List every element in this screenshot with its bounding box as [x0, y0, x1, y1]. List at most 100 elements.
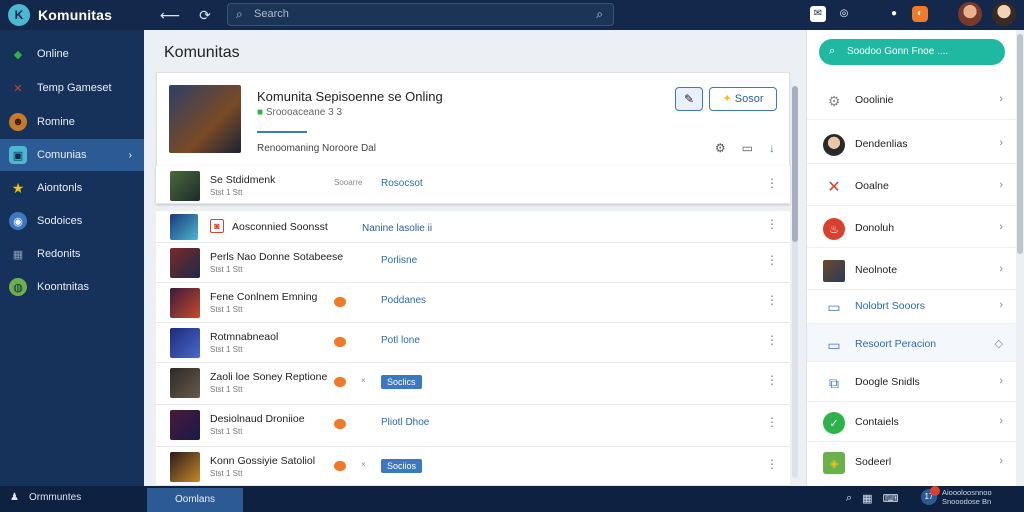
sidebar-item-services[interactable]: ◉ Sodoices — [0, 205, 144, 237]
more-options-icon[interactable]: ⋮ — [766, 217, 778, 231]
keyboard-icon[interactable]: ⌨ — [883, 492, 899, 505]
sidebar-item-redonits[interactable]: ▦ Redonits — [0, 238, 144, 270]
row-tag[interactable]: Poddanes — [381, 295, 426, 306]
row-tag[interactable]: Nanine lasolie ii — [362, 223, 432, 234]
search-icon[interactable]: ⌕ — [846, 492, 852, 505]
tag-icon[interactable]: ◇ — [995, 337, 1003, 350]
fire-icon: ♨ — [823, 218, 845, 240]
more-options-icon[interactable]: ⋮ — [766, 293, 778, 307]
right-item-resoort-peracion[interactable]: ▭ Resoort Peracion ◇ — [807, 324, 1017, 362]
status-icon: ■ — [257, 107, 266, 118]
close-small-icon[interactable]: × — [361, 460, 366, 469]
back-icon[interactable]: ⟵ — [160, 6, 180, 24]
earth-icon: ◍ — [9, 278, 27, 296]
wrench-button[interactable]: ✎ — [675, 87, 703, 111]
steam-icon[interactable]: ● — [886, 6, 902, 22]
orange-badge-icon — [334, 337, 346, 347]
chat-icon[interactable]: ✉ — [810, 6, 826, 22]
key-icon: ✦ — [722, 93, 735, 105]
right-item-nolobrt-sooors[interactable]: ▭ Nolobrt Sooors › — [807, 286, 1017, 324]
orange-badge-icon — [334, 297, 346, 307]
sidebar-item-koontnitas[interactable]: ◍ Koontnitas — [0, 271, 144, 303]
row-tag[interactable]: Pliotl Dhoe — [381, 417, 429, 428]
chevron-right-icon: › — [999, 179, 1003, 191]
sidebar: ◆ Online ✕ Temp Gameset ☻ Romine ▣ Comun… — [0, 30, 144, 486]
bottom-tab[interactable]: Oomlans — [147, 488, 243, 512]
right-item-online[interactable]: ⚙ Ooolinie › — [807, 80, 1017, 120]
main-scrollbar[interactable] — [792, 86, 798, 478]
right-item-ooalne[interactable]: ✕ Ooalne › — [807, 166, 1017, 206]
sidebar-item-online[interactable]: ◆ Online — [0, 38, 144, 70]
avatar-small[interactable] — [958, 2, 982, 26]
sidebar-item-romine[interactable]: ☻ Romine — [0, 106, 144, 138]
right-item-donoluh[interactable]: ♨ Donoluh › — [807, 208, 1017, 248]
row-title: Konn Gossiyie Satoliol — [210, 455, 316, 467]
search-submit-icon[interactable]: ⌕ — [596, 7, 603, 22]
list-item[interactable]: Desiolnaud Droniioe Stst 1 Stt Pliotl Dh… — [156, 405, 790, 447]
list-item[interactable]: Konn Gossiyie Satoliol Stst 1 Stt × Soci… — [156, 447, 790, 486]
orange-icon[interactable]: ◐ — [912, 6, 928, 22]
sidebar-item-communities[interactable]: ▣ Comunias › — [0, 139, 144, 171]
sidebar-item-gameset[interactable]: ✕ Temp Gameset — [0, 72, 144, 104]
list-item[interactable]: Zaoli loe Soney Reptione Stst 1 Stt × So… — [156, 363, 790, 405]
scroll-thumb[interactable] — [1017, 34, 1023, 254]
row-thumbnail — [170, 248, 200, 278]
right-item-label: Ooolinie — [855, 94, 894, 106]
list-item[interactable]: Fene Conlnem Emning Stst 1 Stt Poddanes … — [156, 283, 790, 323]
orange-badge-icon — [334, 461, 346, 471]
refresh-icon[interactable]: ⟳ — [196, 6, 214, 24]
sidebar-item-achievements[interactable]: ★ Aiontonls — [0, 172, 144, 204]
row-tag[interactable]: Rosocsot — [381, 178, 423, 189]
list-item[interactable]: Perls Nao Donne Sotabeese Stst 1 Stt Por… — [156, 243, 790, 283]
orange-badge-icon — [334, 377, 346, 387]
right-item-neolnote[interactable]: Neolnote › — [807, 250, 1017, 290]
row-tag[interactable]: Porlisne — [381, 255, 417, 266]
bottom-left[interactable]: ♟ Ormmuntes — [10, 492, 81, 503]
list-item[interactable]: ◙ Aosconnied Soonsst Nanine lasolie ii ⋮ — [156, 211, 790, 243]
list-item[interactable]: Se Stdidmenk Stst 1 Stt Sooarre Rosocsot… — [156, 166, 790, 204]
chevron-right-icon: › — [999, 415, 1003, 427]
more-options-icon[interactable]: ⋮ — [766, 373, 778, 387]
right-scrollbar[interactable] — [1016, 30, 1024, 486]
row-thumbnail — [170, 214, 198, 240]
community-actions[interactable]: Renoomaning Noroore Dal — [257, 143, 376, 154]
row-pill[interactable]: Soclics — [381, 375, 422, 389]
row-pill[interactable]: Sociios — [381, 459, 423, 473]
right-item-doogle-snidls[interactable]: ⧉ Doogle Snidls › — [807, 362, 1017, 402]
globe-icon: ◉ — [9, 212, 27, 230]
search-input[interactable]: ⌕ Search ⌕ — [227, 3, 614, 26]
more-options-icon[interactable]: ⋮ — [766, 176, 778, 190]
grid-icon[interactable]: ▦ — [862, 492, 872, 505]
row-thumbnail — [170, 452, 200, 482]
close-small-icon[interactable]: × — [361, 376, 366, 385]
join-button[interactable]: ✦ Sosor — [709, 87, 777, 111]
messenger-icon[interactable]: ◎ — [836, 6, 852, 22]
right-item-contaiels[interactable]: ✓ Contaiels › — [807, 402, 1017, 442]
settings-icon[interactable]: ⚙ — [715, 141, 726, 155]
top-bar: K Komunitas ⟵ ⟳ ⌕ Search ⌕ ✉ ◎ ● ◐ — [0, 0, 1024, 30]
community-title: Komunita Sepisoenne se Onling — [257, 89, 443, 104]
row-tag[interactable]: Potl lone — [381, 335, 420, 346]
right-item-sodeerl[interactable]: ◈ Sodeerl › — [807, 442, 1017, 486]
right-item-label: Ooalne — [855, 180, 889, 192]
sidebar-item-label: Redonits — [37, 248, 81, 260]
scroll-thumb[interactable] — [792, 86, 798, 242]
brand[interactable]: K Komunitas — [8, 4, 112, 26]
community-subtitle: ■ Sroooaceane 3 3 — [257, 107, 342, 118]
list-item[interactable]: Rotmnabneaol Stst 1 Stt Potl lone ⋮ — [156, 323, 790, 363]
monitor-icon: ▭ — [827, 336, 841, 353]
chevron-right-icon: › — [999, 455, 1003, 467]
more-options-icon[interactable]: ⋮ — [766, 415, 778, 429]
download-icon[interactable]: ↓ — [769, 141, 775, 155]
right-item-dendenlias[interactable]: Dendenlias › — [807, 124, 1017, 164]
bottom-bar: ♟ Ormmuntes Oomlans ⌕ ▦ ⌨ 17 Aioooloosnn… — [0, 486, 1024, 512]
more-options-icon[interactable]: ⋮ — [766, 457, 778, 471]
document-icon[interactable]: ▭ — [742, 141, 753, 155]
more-options-icon[interactable]: ⋮ — [766, 253, 778, 267]
red-square-icon: ◙ — [210, 219, 224, 233]
right-search-input[interactable]: ⌕ Soodoo Gonn Fnoe .... — [819, 39, 1005, 65]
more-options-icon[interactable]: ⋮ — [766, 333, 778, 347]
avatar-user[interactable] — [992, 2, 1016, 26]
right-panel: ⌕ Soodoo Gonn Fnoe .... ⚙ Ooolinie › Den… — [806, 30, 1017, 486]
row-left-meta: Sooarre — [334, 178, 363, 187]
